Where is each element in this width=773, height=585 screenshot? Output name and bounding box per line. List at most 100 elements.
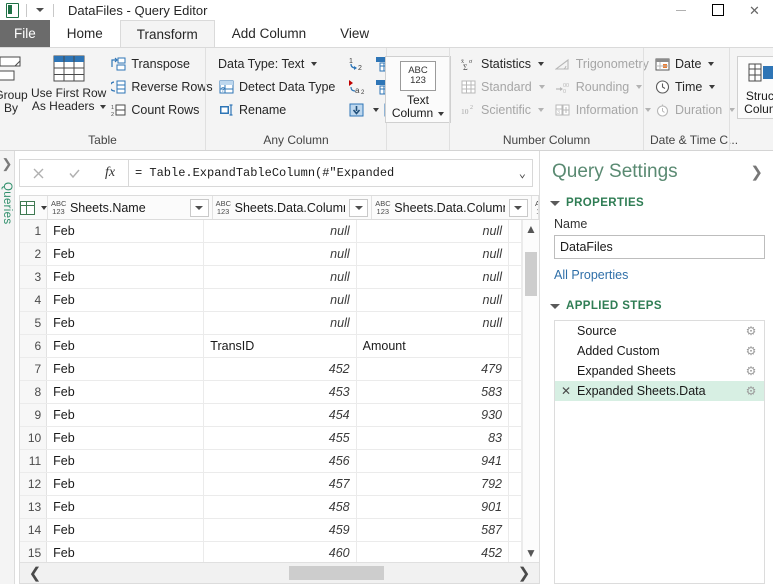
table-cell[interactable]: Feb [47,427,205,449]
delete-step-icon[interactable]: ✕ [559,384,573,398]
table-row[interactable]: 9 Feb 454 930 [20,404,522,427]
table-cell[interactable] [509,496,522,518]
accept-icon[interactable] [56,161,92,185]
row-number[interactable]: 13 [20,496,48,518]
chevron-down-icon[interactable] [636,84,643,89]
table-cell[interactable]: Feb [47,542,205,562]
table-cell[interactable]: Feb [47,450,205,472]
table-row[interactable]: 5 Feb null null [20,312,522,335]
table-cell[interactable] [509,542,522,562]
table-cell[interactable]: 583 [357,381,509,403]
horizontal-scroll-thumb[interactable] [288,566,384,580]
time-button[interactable]: Time [650,76,739,97]
row-number[interactable]: 2 [20,243,48,265]
table-cell[interactable]: Feb [47,473,205,495]
close-icon[interactable]: ✕ [736,0,773,20]
table-cell[interactable]: 792 [357,473,509,495]
column-header-sheets-data-column3[interactable]: ABC 123 Sheets.Data.Column3 [372,196,532,219]
table-cell[interactable]: Feb [47,496,205,518]
table-cell[interactable] [509,220,522,242]
standard-button[interactable]: Standard [456,76,549,97]
vertical-scroll-track[interactable] [523,238,539,544]
date-button[interactable]: Date [650,53,739,74]
row-number[interactable]: 1 [20,220,48,242]
row-number[interactable]: 12 [20,473,48,495]
table-row[interactable]: 10 Feb 455 83 [20,427,522,450]
table-cell[interactable]: 458 [204,496,357,518]
close-panel-icon[interactable]: ❯ [750,163,765,181]
table-cell[interactable]: 459 [204,519,357,541]
text-column-button[interactable]: ABC 123 Text Column [384,56,452,123]
replace-values-icon[interactable]: 1 2 [345,54,369,74]
table-cell[interactable]: Feb [47,220,205,242]
applied-steps-section-header[interactable]: APPLIED STEPS [540,282,773,316]
table-cell[interactable]: null [357,220,509,242]
row-number[interactable]: 3 [20,266,48,288]
row-number[interactable]: 7 [20,358,48,380]
tab-add-column[interactable]: Add Column [215,20,323,47]
applied-step-item[interactable]: Source ⚙ [555,321,764,341]
cancel-icon[interactable] [20,161,56,185]
count-rows-button[interactable]: 1 2 Count Rows [106,99,216,120]
table-cell[interactable]: 452 [204,358,357,380]
table-cell[interactable]: 941 [357,450,509,472]
table-cell[interactable] [509,266,522,288]
table-row[interactable]: 6 Feb TransID Amount [20,335,522,358]
collapse-triangle-icon[interactable] [550,304,560,309]
reverse-rows-button[interactable]: Reverse Rows [106,76,216,97]
table-cell[interactable]: 452 [357,542,509,562]
table-cell[interactable] [509,243,522,265]
applied-step-item[interactable]: ✕ Expanded Sheets.Data ⚙ [555,381,764,401]
excel-icon[interactable] [4,2,20,18]
chevron-down-icon[interactable] [538,84,545,89]
column-header-sheets-data-column2[interactable]: ABC 123 Sheets.Data.Column2 [213,196,373,219]
chevron-down-icon[interactable]: ⌄ [513,166,526,181]
chevron-down-icon[interactable] [709,84,716,89]
row-number[interactable]: 4 [20,289,48,311]
group-by-button[interactable]: Group By [0,52,31,115]
query-name-input[interactable]: DataFiles [554,235,765,259]
column-header-next-clipped[interactable]: ABC123 [532,196,539,219]
column-header-sheets-name[interactable]: ABC 123 Sheets.Name [48,196,213,219]
table-cell[interactable]: Feb [47,381,205,403]
minimize-icon[interactable] [662,0,699,20]
table-cell[interactable]: null [357,312,509,334]
table-row[interactable]: 8 Feb 453 583 [20,381,522,404]
table-row[interactable]: 4 Feb null null [20,289,522,312]
table-cell[interactable]: null [204,312,357,334]
gear-icon[interactable]: ⚙ [744,324,758,338]
chevron-down-icon[interactable] [99,104,106,109]
chevron-down-icon[interactable] [438,111,445,116]
table-cell[interactable]: Feb [47,358,205,380]
table-cell[interactable]: Feb [47,335,205,357]
scientific-button[interactable]: 10 2 Scientific [456,99,549,120]
table-cell[interactable]: null [204,289,357,311]
gear-icon[interactable]: ⚙ [744,364,758,378]
table-cell[interactable]: null [357,266,509,288]
tab-transform[interactable]: Transform [119,20,215,47]
row-number[interactable]: 11 [20,450,48,472]
table-cell[interactable]: Feb [47,404,205,426]
queries-pane-collapsed[interactable]: ❯ Queries [0,151,15,584]
use-first-row-as-headers-button[interactable]: Use First Row As Headers [31,52,106,113]
table-row[interactable]: 13 Feb 458 901 [20,496,522,519]
table-row[interactable]: 11 Feb 456 941 [20,450,522,473]
row-number[interactable]: 14 [20,519,48,541]
table-row[interactable]: 7 Feb 452 479 [20,358,522,381]
table-cell[interactable]: TransID [204,335,357,357]
table-row[interactable]: 1 Feb null null [20,220,522,243]
applied-step-item[interactable]: Expanded Sheets ⚙ [555,361,764,381]
table-cell[interactable]: null [357,289,509,311]
table-cell[interactable] [509,358,522,380]
table-cell[interactable]: 587 [357,519,509,541]
all-properties-link[interactable]: All Properties [540,259,773,282]
table-cell[interactable] [509,381,522,403]
table-cell[interactable] [509,519,522,541]
rename-button[interactable]: Rename [214,99,339,120]
row-number[interactable]: 10 [20,427,48,449]
column-filter-button[interactable] [349,198,369,217]
table-row[interactable]: 3 Feb null null [20,266,522,289]
gear-icon[interactable]: ⚙ [744,384,758,398]
table-row[interactable]: 15 Feb 460 452 [20,542,522,562]
row-number[interactable]: 8 [20,381,48,403]
